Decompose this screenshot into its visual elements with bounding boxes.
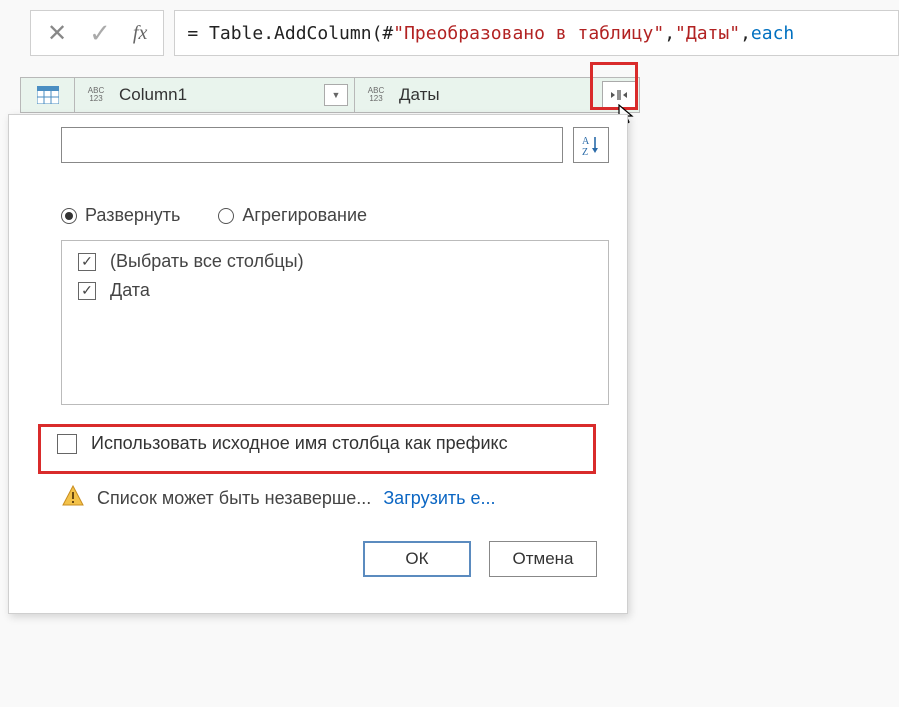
type-icon: ABC 123 [81, 87, 111, 103]
formula-bar-actions: ✕ ✓ fx [30, 10, 164, 56]
radio-aggregate[interactable]: Агрегирование [218, 205, 367, 226]
radio-expand[interactable]: Развернуть [61, 205, 180, 226]
accept-formula-icon[interactable]: ✓ [89, 18, 111, 49]
svg-text:Z: Z [582, 147, 588, 156]
use-prefix-checkbox[interactable]: Использовать исходное имя столбца как пр… [45, 425, 609, 462]
select-all-columns[interactable]: ✓ (Выбрать все столбцы) [72, 247, 598, 276]
radio-icon [218, 208, 234, 224]
table-icon [37, 86, 59, 104]
expand-popup: A Z Развернуть Агрегирование ✓ (Выбрать … [8, 114, 628, 614]
formula-arg1: "Преобразовано в таблицу" [393, 23, 664, 44]
column-header-2[interactable]: ABC 123 Даты [355, 77, 640, 113]
column-checkbox-item[interactable]: ✓ Дата [72, 276, 598, 305]
column-search-input[interactable] [61, 127, 563, 163]
column-item-label: Дата [110, 280, 150, 301]
formula-input[interactable]: = Table.AddColumn(# "Преобразовано в таб… [174, 10, 899, 56]
checkbox-checked-icon: ✓ [78, 282, 96, 300]
warning-text: Список может быть незаверше... [97, 488, 371, 509]
formula-sep2: , [740, 23, 751, 44]
formula-sep1: , [664, 23, 675, 44]
popup-search-row: A Z [61, 127, 609, 163]
formula-arg2: "Даты" [675, 23, 740, 44]
columns-list: ✓ (Выбрать все столбцы) ✓ Дата [61, 240, 609, 405]
use-prefix-label: Использовать исходное имя столбца как пр… [91, 433, 508, 454]
column-1-filter-dropdown[interactable]: ▼ [324, 84, 348, 106]
load-more-link[interactable]: Загрузить е... [383, 488, 495, 509]
table-corner[interactable] [20, 77, 75, 113]
radio-icon [61, 208, 77, 224]
type-icon: ABC 123 [361, 87, 391, 103]
column-headers: ABC 123 Column1 ▼ ABC 123 Даты [20, 77, 640, 113]
column-1-name: Column1 [115, 85, 324, 105]
expand-column-button[interactable] [602, 81, 636, 109]
select-all-label: (Выбрать все столбцы) [110, 251, 304, 272]
expand-mode-radios: Развернуть Агрегирование [61, 205, 609, 226]
column-2-name: Даты [395, 85, 602, 105]
formula-each: each [751, 23, 794, 44]
warning-row: Список может быть незаверше... Загрузить… [61, 484, 609, 513]
ok-button[interactable]: ОК [363, 541, 471, 577]
radio-expand-label: Развернуть [85, 205, 180, 226]
checkbox-unchecked-icon [57, 434, 77, 454]
formula-bar: ✕ ✓ fx = Table.AddColumn(# "Преобразован… [0, 8, 899, 58]
popup-buttons: ОК Отмена [61, 541, 609, 577]
cancel-formula-icon[interactable]: ✕ [47, 19, 67, 48]
svg-text:A: A [582, 136, 590, 147]
radio-aggregate-label: Агрегирование [242, 205, 367, 226]
warning-icon [61, 484, 85, 513]
fx-icon[interactable]: fx [133, 22, 147, 45]
column-header-1[interactable]: ABC 123 Column1 ▼ [75, 77, 355, 113]
checkbox-checked-icon: ✓ [78, 253, 96, 271]
cancel-button[interactable]: Отмена [489, 541, 597, 577]
sort-az-button[interactable]: A Z [573, 127, 609, 163]
formula-text-1: = Table.AddColumn(# [187, 23, 393, 44]
